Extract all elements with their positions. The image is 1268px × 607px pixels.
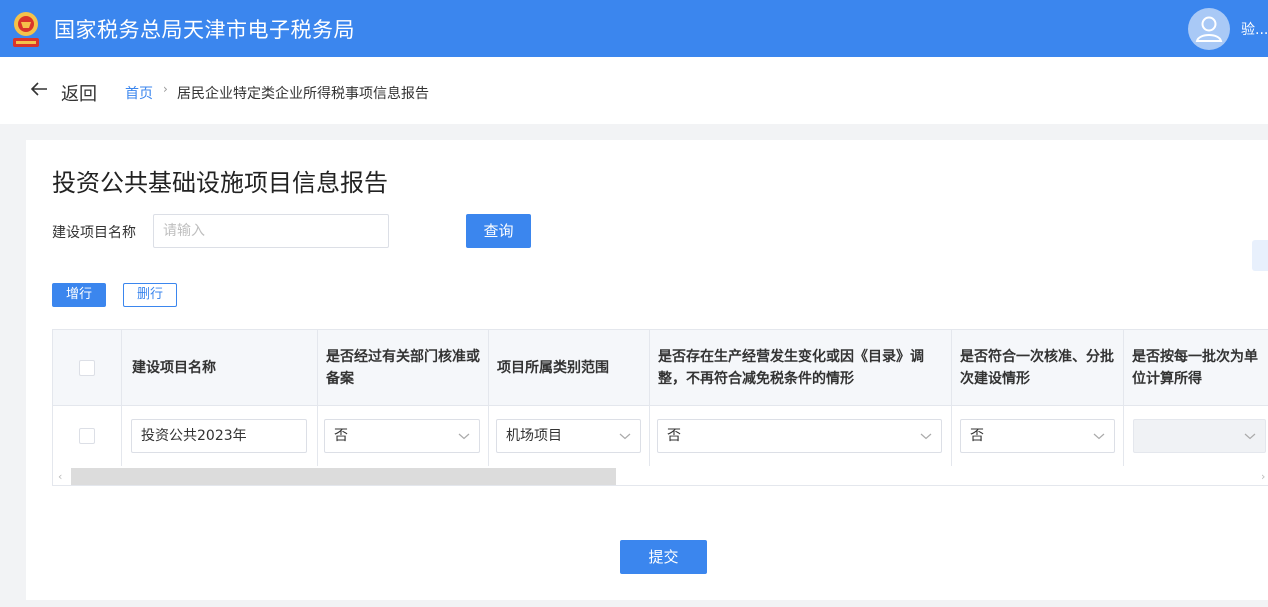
top-header: 国家税务总局天津市电子税务局 验... [0, 0, 1268, 57]
chevron-down-icon [920, 433, 932, 440]
header-per-batch-income: 是否按每一批次为单位计算所得 [1124, 330, 1268, 406]
category-select-value: 机场项目 [506, 428, 562, 444]
header-category: 项目所属类别范围 [489, 330, 650, 406]
batch-construction-value: 否 [970, 428, 984, 444]
cell-project-name: 投资公共2023年 [122, 406, 318, 466]
delete-row-button[interactable]: 删行 [123, 283, 177, 307]
nav-bar: 返回 首页 › 居民企业特定类企业所得税事项信息报告 [0, 57, 1268, 124]
select-all-checkbox[interactable] [79, 360, 95, 376]
project-name-search-input[interactable] [153, 214, 389, 248]
project-name-input[interactable]: 投资公共2023年 [131, 419, 307, 453]
breadcrumb-separator: › [163, 82, 168, 96]
batch-construction-select[interactable]: 否 [960, 419, 1115, 453]
row-checkbox[interactable] [79, 428, 95, 444]
search-label: 建设项目名称 [52, 225, 136, 241]
column-header-category: 项目所属类别范围 [497, 360, 609, 376]
header-project-name: 建设项目名称 [122, 330, 318, 406]
project-table: 建设项目名称 是否经过有关部门核准或备案 项目所属类别范围 是否存在生产经营发生… [52, 329, 1268, 486]
add-row-button[interactable]: 增行 [52, 283, 106, 307]
no-longer-qualifies-select[interactable]: 否 [657, 419, 942, 453]
scrollbar-thumb[interactable] [71, 468, 616, 485]
cell-no-longer-qualifies: 否 [650, 406, 952, 466]
column-header-no-longer-qualifies: 是否存在生产经营发生变化或因《目录》调整，不再符合减免税条件的情形 [658, 349, 924, 387]
tax-emblem-icon [13, 12, 39, 47]
user-name[interactable]: 验... [1241, 19, 1268, 39]
column-header-approved: 是否经过有关部门核准或备案 [326, 349, 480, 387]
query-button[interactable]: 查询 [466, 214, 531, 248]
cell-approved: 否 [318, 406, 489, 466]
breadcrumb-current: 居民企业特定类企业所得税事项信息报告 [177, 86, 429, 102]
header-approved: 是否经过有关部门核准或备案 [318, 330, 489, 406]
breadcrumb-home-link[interactable]: 首页 [125, 83, 153, 103]
chevron-down-icon [1093, 433, 1105, 440]
header-no-longer-qualifies: 是否存在生产经营发生变化或因《目录》调整，不再符合减免税条件的情形 [650, 330, 952, 406]
submit-button[interactable]: 提交 [620, 540, 707, 574]
user-avatar-icon[interactable] [1188, 8, 1230, 50]
chevron-down-icon [619, 433, 631, 440]
side-tab[interactable] [1252, 240, 1268, 271]
arrow-left-icon[interactable] [29, 79, 49, 99]
chevron-down-icon [458, 433, 470, 440]
cell-per-batch-income [1124, 406, 1268, 466]
approved-select[interactable]: 否 [324, 419, 480, 453]
column-header-batch-construction: 是否符合一次核准、分批次建设情形 [960, 349, 1114, 387]
chevron-down-icon [1244, 433, 1256, 440]
category-select[interactable]: 机场项目 [496, 419, 641, 453]
app-title: 国家税务总局天津市电子税务局 [54, 18, 355, 42]
back-button[interactable]: 返回 [61, 80, 97, 106]
scroll-right-icon[interactable]: › [1261, 470, 1265, 483]
no-longer-qualifies-value: 否 [667, 428, 681, 444]
cell-category: 机场项目 [489, 406, 650, 466]
header-select-all-cell [53, 330, 122, 406]
table-row [53, 406, 122, 466]
column-header-per-batch-income: 是否按每一批次为单位计算所得 [1132, 349, 1258, 387]
header-batch-construction: 是否符合一次核准、分批次建设情形 [952, 330, 1124, 406]
per-batch-income-select[interactable] [1133, 419, 1266, 453]
horizontal-scrollbar[interactable]: ‹ › [53, 466, 1268, 485]
page-title: 投资公共基础设施项目信息报告 [52, 169, 388, 197]
scroll-left-icon[interactable]: ‹ [58, 470, 62, 483]
approved-select-value: 否 [334, 428, 348, 444]
column-header-project-name: 建设项目名称 [132, 360, 216, 376]
cell-batch-construction: 否 [952, 406, 1124, 466]
